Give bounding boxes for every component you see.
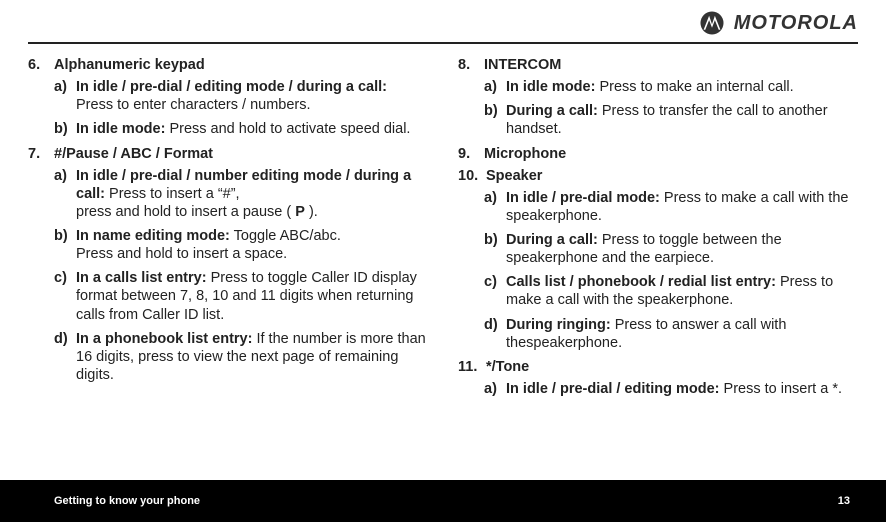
- sub-lead: During ringing:: [506, 317, 611, 333]
- sub-text: Press to insert a *.: [720, 381, 843, 397]
- sub-lead: Calls list / phonebook / redial list ent…: [506, 274, 776, 290]
- list-item: b) During a call: Press to transfer the …: [484, 102, 858, 138]
- sub-text: Press and hold to insert a space.: [76, 246, 287, 262]
- sub-letter: a): [484, 78, 506, 96]
- list-item: d) In a phonebook list entry: If the num…: [54, 330, 428, 384]
- item-title: Speaker: [486, 167, 542, 185]
- sub-letter: b): [54, 120, 76, 138]
- item-title: INTERCOM: [484, 56, 561, 74]
- item-7-sublist: a) In idle / pre-dial / number editing m…: [28, 167, 428, 384]
- sub-letter: d): [54, 330, 76, 384]
- sub-lead: During a call:: [506, 232, 598, 248]
- sub-lead: In idle / pre-dial / editing mode / duri…: [76, 79, 387, 95]
- item-number: 6.: [28, 56, 54, 74]
- sub-letter: a): [54, 78, 76, 114]
- sub-body: In idle / pre-dial / number editing mode…: [76, 167, 428, 221]
- sub-body: In a calls list entry: Press to toggle C…: [76, 269, 428, 323]
- item-11-sublist: a) In idle / pre-dial / editing mode: Pr…: [458, 380, 858, 398]
- item-number: 8.: [458, 56, 484, 74]
- sub-body: During a call: Press to transfer the cal…: [506, 102, 858, 138]
- list-item: d) During ringing: Press to answer a cal…: [484, 316, 858, 352]
- sub-text: press and hold to insert a pause (: [76, 204, 295, 220]
- footer-section: Getting to know your phone: [54, 495, 200, 507]
- sub-text: Press to enter characters / numbers.: [76, 97, 311, 113]
- motorola-logo-icon: [700, 11, 724, 35]
- item-6-sublist: a) In idle / pre-dial / editing mode / d…: [28, 78, 428, 138]
- brand-wordmark: MOTOROLA: [734, 12, 858, 35]
- item-number: 7.: [28, 145, 54, 163]
- list-item: c) Calls list / phonebook / redial list …: [484, 273, 858, 309]
- sub-text: Toggle ABC/abc.: [230, 228, 341, 244]
- sub-letter: a): [54, 167, 76, 221]
- sub-body: Calls list / phonebook / redial list ent…: [506, 273, 858, 309]
- sub-text: Press to insert a “#”,: [105, 186, 240, 202]
- sub-letter: a): [484, 380, 506, 398]
- item-10-sublist: a) In idle / pre-dial mode: Press to mak…: [458, 189, 858, 352]
- page: MOTOROLA 6. Alphanumeric keypad a) In id…: [0, 0, 886, 480]
- list-item: a) In idle / pre-dial / number editing m…: [54, 167, 428, 221]
- sub-lead: In idle mode:: [76, 121, 165, 137]
- sub-letter: c): [54, 269, 76, 323]
- sub-letter: d): [484, 316, 506, 352]
- footer-page-number: 13: [838, 495, 850, 507]
- sub-body: In idle / pre-dial / editing mode / duri…: [76, 78, 428, 114]
- sub-body: During ringing: Press to answer a call w…: [506, 316, 858, 352]
- item-11: 11. */Tone: [458, 358, 858, 376]
- sub-lead: In idle / pre-dial mode:: [506, 190, 660, 206]
- sub-text: Press and hold to activate speed dial.: [165, 121, 410, 137]
- list-item: a) In idle / pre-dial mode: Press to mak…: [484, 189, 858, 225]
- item-title: Microphone: [484, 145, 566, 163]
- sub-letter: c): [484, 273, 506, 309]
- list-item: b) In name editing mode: Toggle ABC/abc.…: [54, 227, 428, 263]
- list-item: b) During a call: Press to toggle betwee…: [484, 231, 858, 267]
- sub-body: In idle / pre-dial mode: Press to make a…: [506, 189, 858, 225]
- item-title: #/Pause / ABC / Format: [54, 145, 213, 163]
- sub-body: During a call: Press to toggle between t…: [506, 231, 858, 267]
- sub-body: In name editing mode: Toggle ABC/abc. Pre…: [76, 227, 428, 263]
- sub-text: Press to make an internal call.: [595, 79, 793, 95]
- item-number: 9.: [458, 145, 484, 163]
- sub-lead: In idle mode:: [506, 79, 595, 95]
- item-8-sublist: a) In idle mode: Press to make an intern…: [458, 78, 858, 138]
- right-column: 8. INTERCOM a) In idle mode: Press to ma…: [458, 56, 858, 404]
- sub-body: In a phonebook list entry: If the number…: [76, 330, 428, 384]
- item-number: 10.: [458, 167, 486, 185]
- sub-body: In idle mode: Press and hold to activate…: [76, 120, 428, 138]
- sub-lead: In name editing mode:: [76, 228, 230, 244]
- list-item: a) In idle mode: Press to make an intern…: [484, 78, 858, 96]
- sub-body: In idle mode: Press to make an internal …: [506, 78, 858, 96]
- item-7: 7. #/Pause / ABC / Format: [28, 145, 428, 163]
- item-title: Alphanumeric keypad: [54, 56, 205, 74]
- sub-letter: a): [484, 189, 506, 225]
- list-item: a) In idle / pre-dial / editing mode / d…: [54, 78, 428, 114]
- item-title: */Tone: [486, 358, 529, 376]
- sub-letter: b): [54, 227, 76, 263]
- bold-p: P: [295, 204, 305, 220]
- item-number: 11.: [458, 358, 486, 376]
- item-8: 8. INTERCOM: [458, 56, 858, 74]
- item-9: 9. Microphone: [458, 145, 858, 163]
- item-10: 10. Speaker: [458, 167, 858, 185]
- sub-text: ).: [305, 204, 318, 220]
- list-item: a) In idle / pre-dial / editing mode: Pr…: [484, 380, 858, 398]
- sub-lead: During a call:: [506, 103, 598, 119]
- list-item: b) In idle mode: Press and hold to activ…: [54, 120, 428, 138]
- header: MOTOROLA: [28, 8, 858, 38]
- left-column: 6. Alphanumeric keypad a) In idle / pre-…: [28, 56, 428, 404]
- sub-body: In idle / pre-dial / editing mode: Press…: [506, 380, 858, 398]
- page-footer: Getting to know your phone 13: [0, 480, 886, 522]
- list-item: c) In a calls list entry: Press to toggl…: [54, 269, 428, 323]
- item-6: 6. Alphanumeric keypad: [28, 56, 428, 74]
- sub-lead: In a phonebook list entry:: [76, 331, 252, 347]
- sub-lead: In idle / pre-dial / editing mode:: [506, 381, 720, 397]
- sub-letter: b): [484, 231, 506, 267]
- sub-letter: b): [484, 102, 506, 138]
- content-columns: 6. Alphanumeric keypad a) In idle / pre-…: [28, 44, 858, 404]
- sub-lead: In a calls list entry:: [76, 270, 207, 286]
